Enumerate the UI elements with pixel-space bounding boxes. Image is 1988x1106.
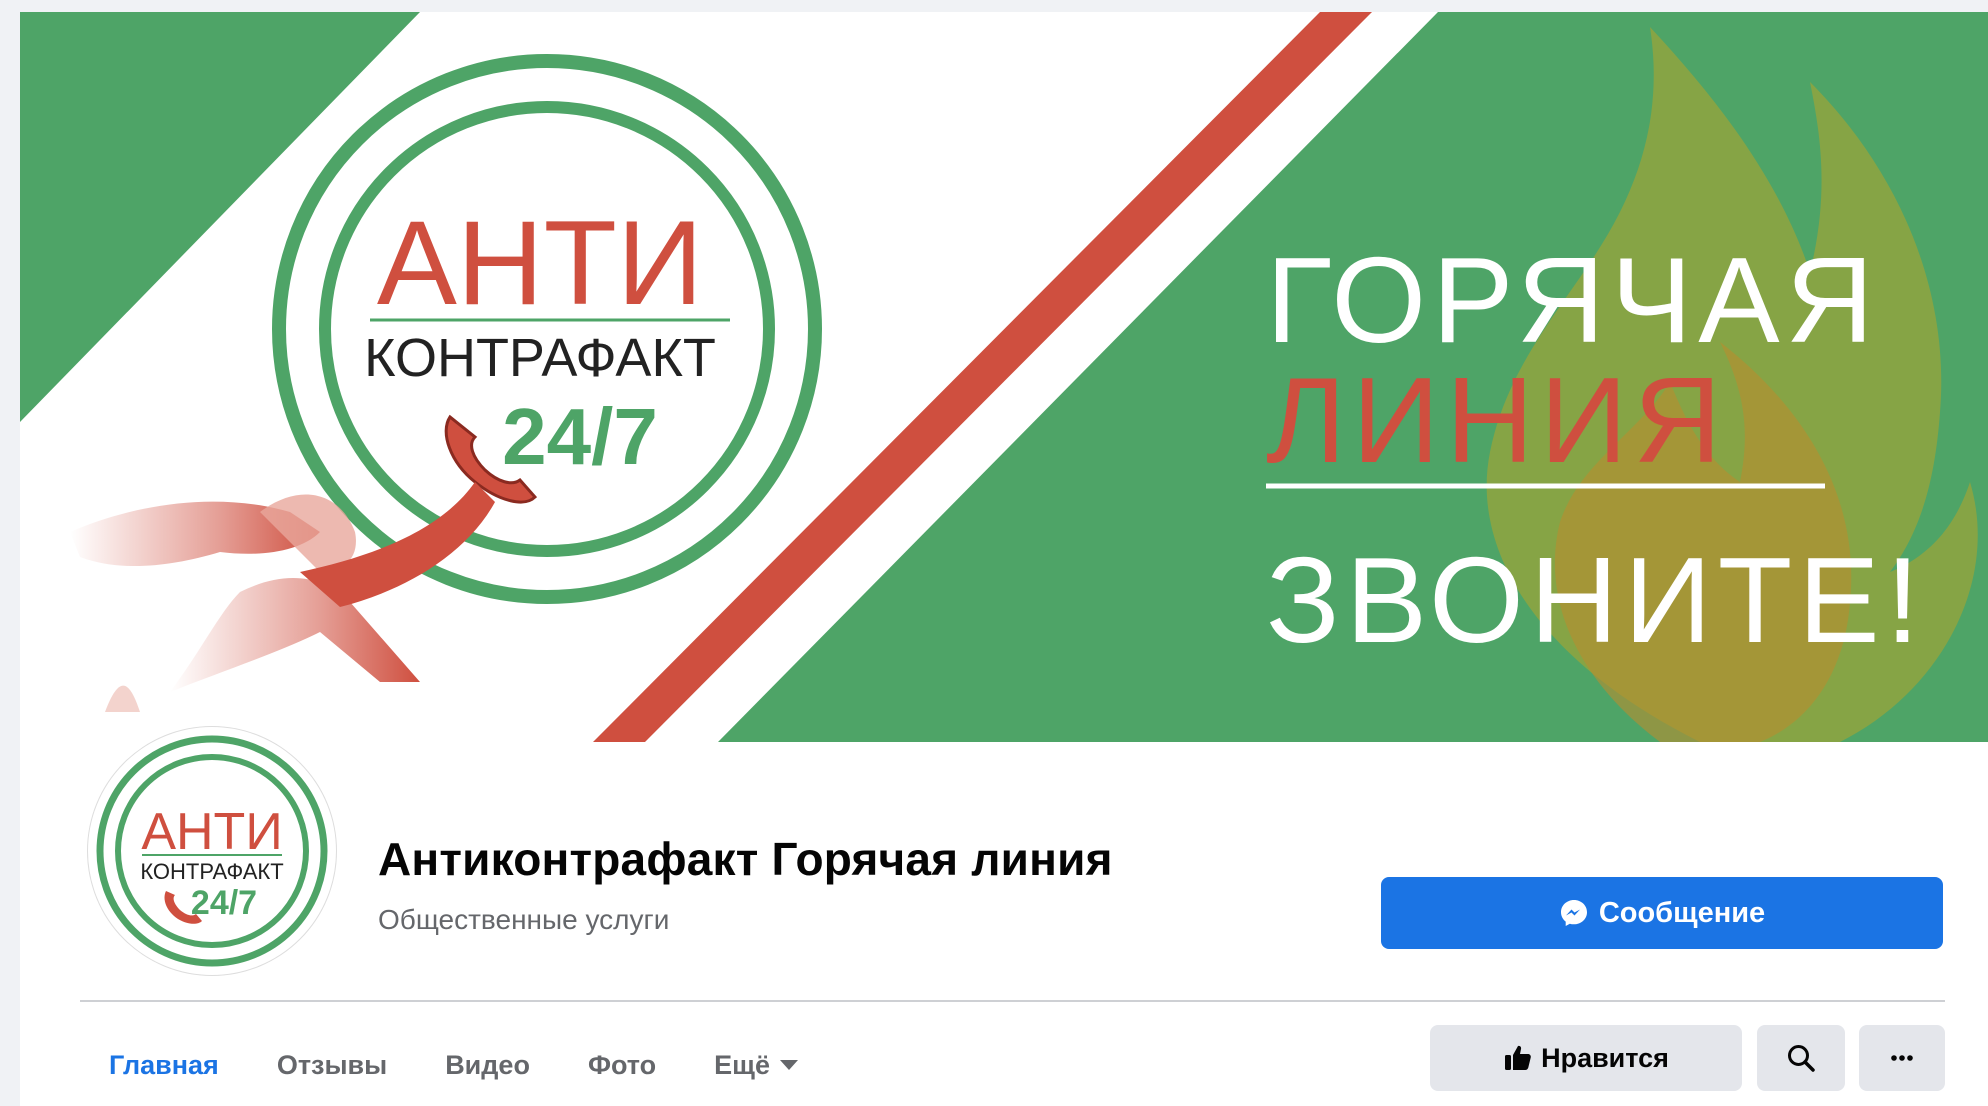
like-label: Нравится bbox=[1541, 1042, 1669, 1073]
page-category[interactable]: Общественные услуги bbox=[378, 904, 669, 936]
page-title: Антиконтрафакт Горячая линия bbox=[378, 833, 1113, 885]
caret-down-icon bbox=[779, 1060, 798, 1070]
header-divider bbox=[80, 1000, 1945, 1002]
like-button[interactable]: Нравится bbox=[1430, 1025, 1742, 1091]
tab-more[interactable]: Ещё bbox=[685, 1012, 827, 1106]
cover-photo[interactable]: АНТИ КОНТРАФАКТ 24/7 ГОРЯЧАЯ ЛИНИЯ ЗВОНИ… bbox=[20, 12, 1988, 742]
tab-videos[interactable]: Видео bbox=[416, 1012, 559, 1106]
tab-reviews[interactable]: Отзывы bbox=[248, 1012, 416, 1106]
avatar-logo: АНТИ КОНТРАФАКТ 24/7 bbox=[96, 735, 328, 967]
search-button[interactable] bbox=[1757, 1025, 1845, 1091]
cover-headline-3: ЗВОНИТЕ! bbox=[1266, 532, 1926, 668]
messenger-icon bbox=[1559, 898, 1589, 928]
avatar-logo-kontrafakt: КОНТРАФАКТ bbox=[140, 859, 283, 884]
search-icon bbox=[1788, 1045, 1815, 1072]
page-avatar[interactable]: АНТИ КОНТРАФАКТ 24/7 bbox=[88, 727, 336, 975]
tab-photos[interactable]: Фото bbox=[559, 1012, 685, 1106]
tab-more-label: Ещё bbox=[714, 1049, 770, 1080]
page-header-card: АНТИ КОНТРАФАКТ 24/7 ГОРЯЧАЯ ЛИНИЯ ЗВОНИ… bbox=[20, 12, 1988, 1106]
cover-headline-2: ЛИНИЯ bbox=[1266, 352, 1728, 488]
more-options-button[interactable] bbox=[1859, 1025, 1945, 1091]
tab-photos-label: Фото bbox=[587, 1049, 657, 1080]
page-tabs: Главная Отзывы Видео Фото Ещё bbox=[80, 1012, 827, 1106]
tab-reviews-label: Отзывы bbox=[276, 1049, 388, 1080]
cover-graphic: АНТИ КОНТРАФАКТ 24/7 ГОРЯЧАЯ ЛИНИЯ ЗВОНИ… bbox=[20, 12, 1988, 742]
tab-home[interactable]: Главная bbox=[80, 1012, 248, 1106]
send-message-button[interactable]: Сообщение bbox=[1381, 877, 1943, 949]
cover-logo-anti: АНТИ bbox=[377, 196, 703, 330]
send-message-label: Сообщение bbox=[1598, 896, 1766, 929]
more-horizontal-icon bbox=[1891, 1055, 1913, 1061]
avatar-logo-anti: АНТИ bbox=[141, 803, 282, 861]
cover-logo-kontrafakt: КОНТРАФАКТ bbox=[364, 328, 716, 388]
thumbs-up-icon bbox=[1503, 1043, 1533, 1073]
cover-logo-247: 24/7 bbox=[502, 392, 658, 481]
cover-logo: АНТИ КОНТРАФАКТ 24/7 bbox=[272, 54, 822, 604]
cover-headline-1: ГОРЯЧАЯ bbox=[1266, 232, 1880, 368]
avatar-logo-247: 24/7 bbox=[191, 884, 257, 922]
tab-videos-label: Видео bbox=[445, 1049, 530, 1080]
tab-home-label: Главная bbox=[109, 1049, 219, 1080]
